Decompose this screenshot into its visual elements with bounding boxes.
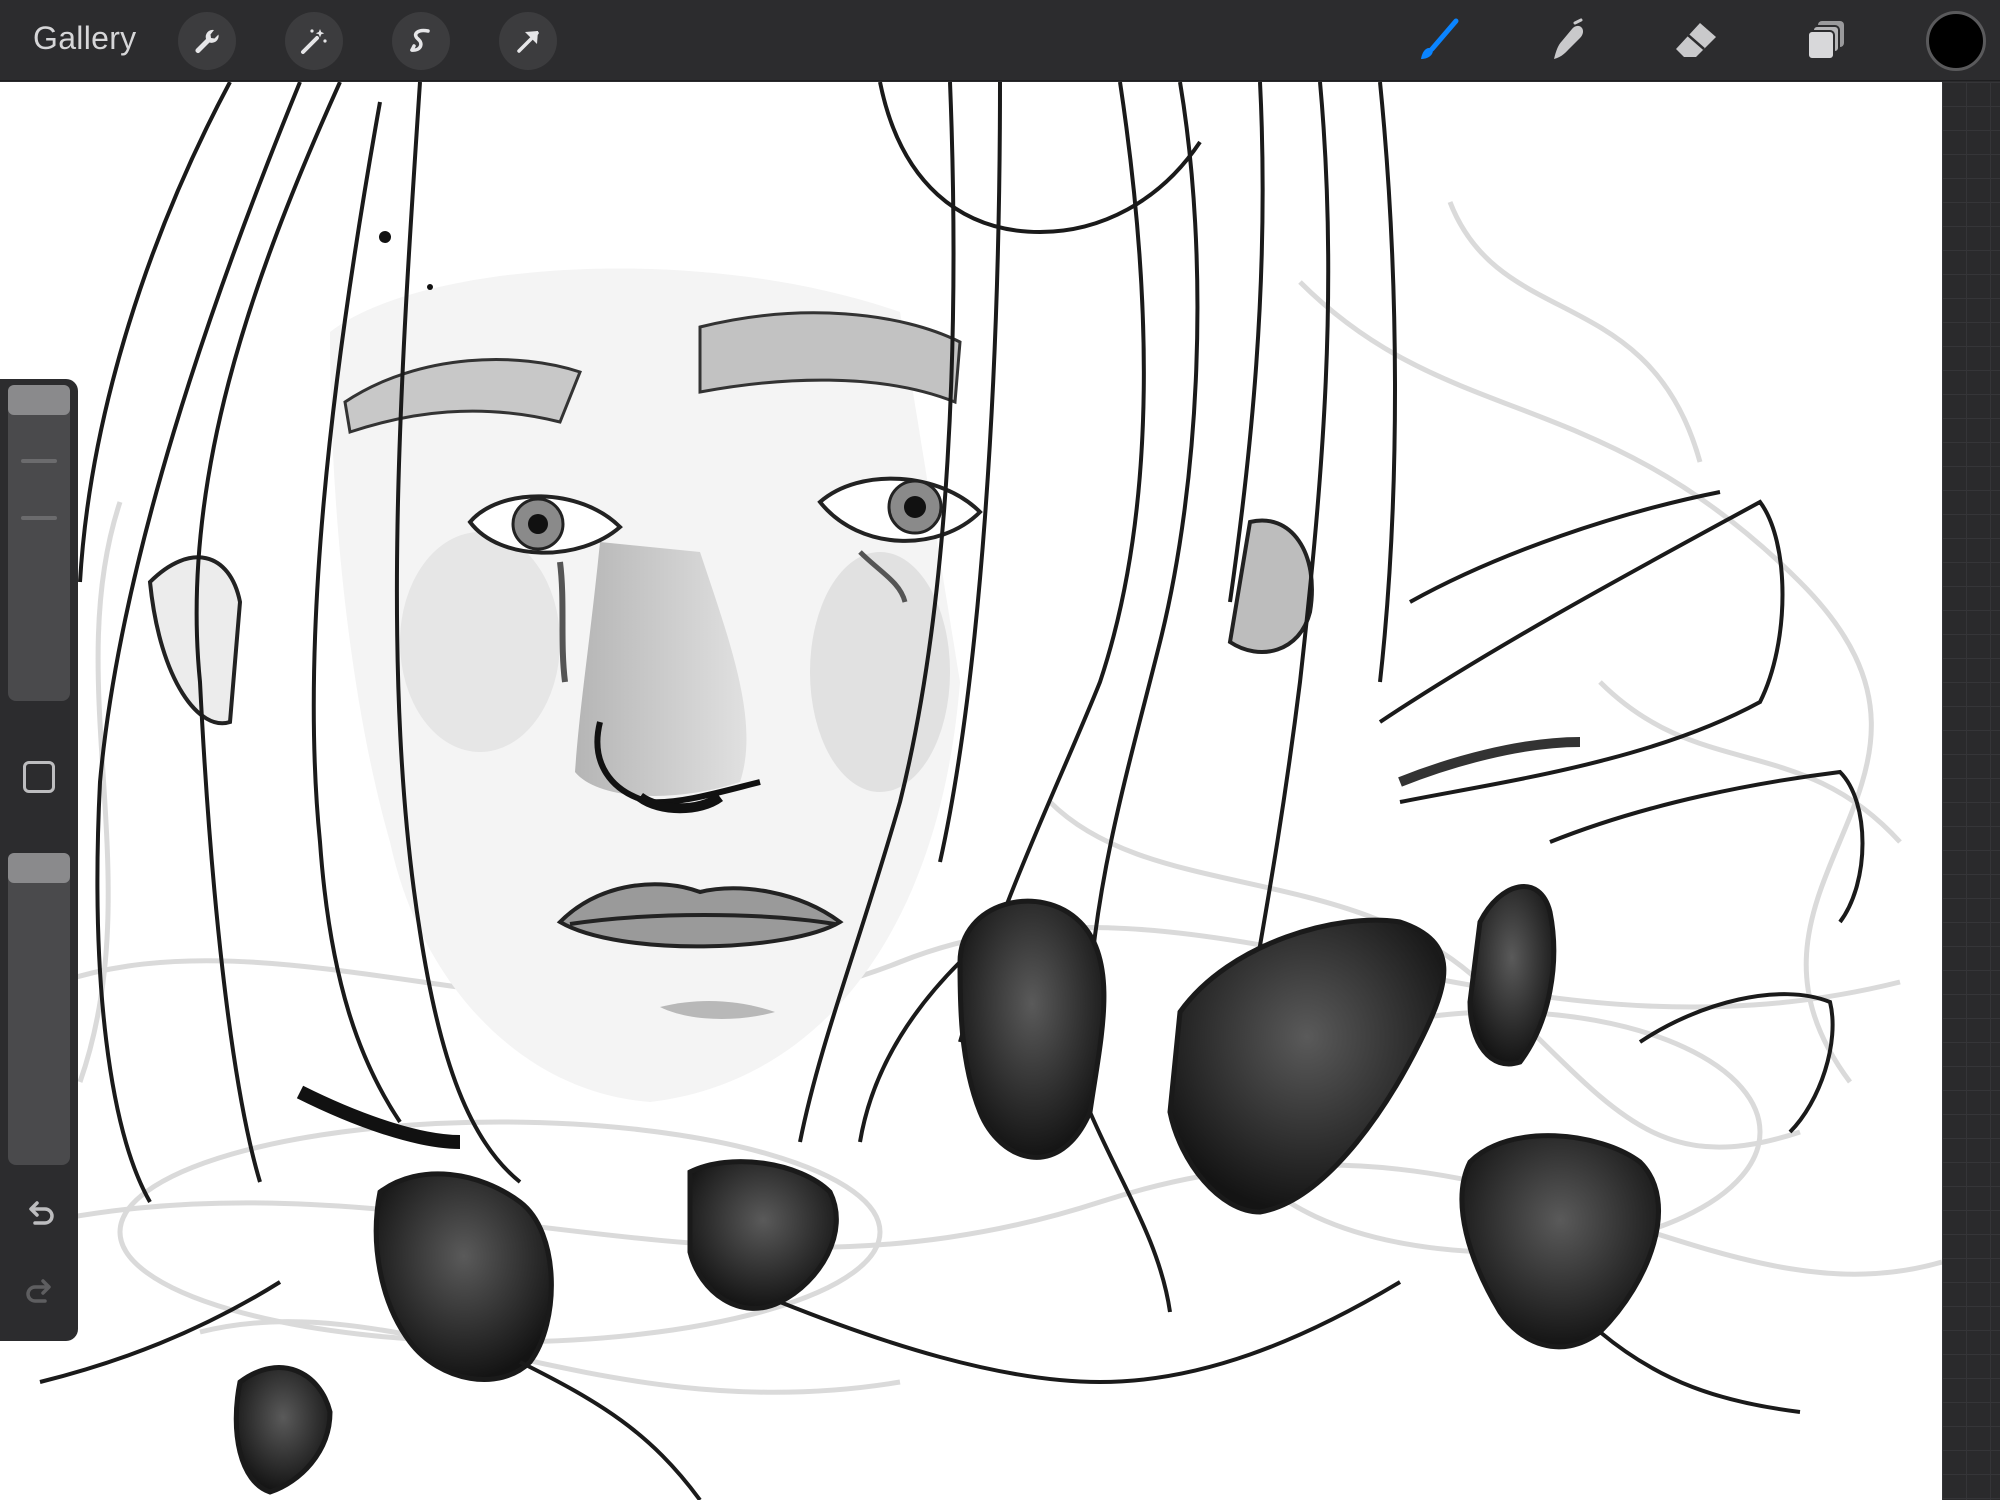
eraser-tool-button[interactable] xyxy=(1664,12,1728,70)
slider-tick xyxy=(21,516,57,520)
brush-size-thumb[interactable] xyxy=(8,385,70,415)
brush-size-slider[interactable] xyxy=(8,385,70,701)
drawing-canvas[interactable] xyxy=(0,82,1942,1500)
smudge-tool-button[interactable] xyxy=(1536,12,1600,70)
redo-icon xyxy=(26,1279,51,1303)
canvas-edge-grid xyxy=(1942,82,2000,1500)
brush-tool-button[interactable] xyxy=(1406,12,1470,70)
redo-button[interactable] xyxy=(20,1272,60,1312)
undo-button[interactable] xyxy=(20,1194,60,1234)
wrench-icon xyxy=(195,29,219,53)
transform-button[interactable] xyxy=(499,12,557,70)
actions-wrench-button[interactable] xyxy=(178,12,236,70)
smudge-icon xyxy=(1554,18,1584,59)
left-sidebar xyxy=(0,379,78,1341)
artwork-drawing xyxy=(0,82,1942,1500)
selection-icon xyxy=(410,28,430,52)
opacity-slider[interactable] xyxy=(8,853,70,1165)
eraser-icon xyxy=(1676,23,1716,57)
undo-icon xyxy=(29,1201,54,1225)
brush-icon xyxy=(1421,18,1459,59)
layers-button[interactable] xyxy=(1794,12,1858,70)
transform-arrow-icon xyxy=(517,31,539,53)
selection-button[interactable] xyxy=(392,12,450,70)
slider-tick xyxy=(21,459,57,463)
opacity-thumb[interactable] xyxy=(8,853,70,883)
modify-button[interactable] xyxy=(23,761,55,793)
color-picker-button[interactable] xyxy=(1926,11,1986,71)
adjustments-wand-button[interactable] xyxy=(285,12,343,70)
gallery-button[interactable]: Gallery xyxy=(33,20,136,57)
magic-wand-icon xyxy=(301,29,327,54)
top-toolbar: Gallery xyxy=(0,0,2000,81)
layers-icon xyxy=(1807,21,1844,60)
